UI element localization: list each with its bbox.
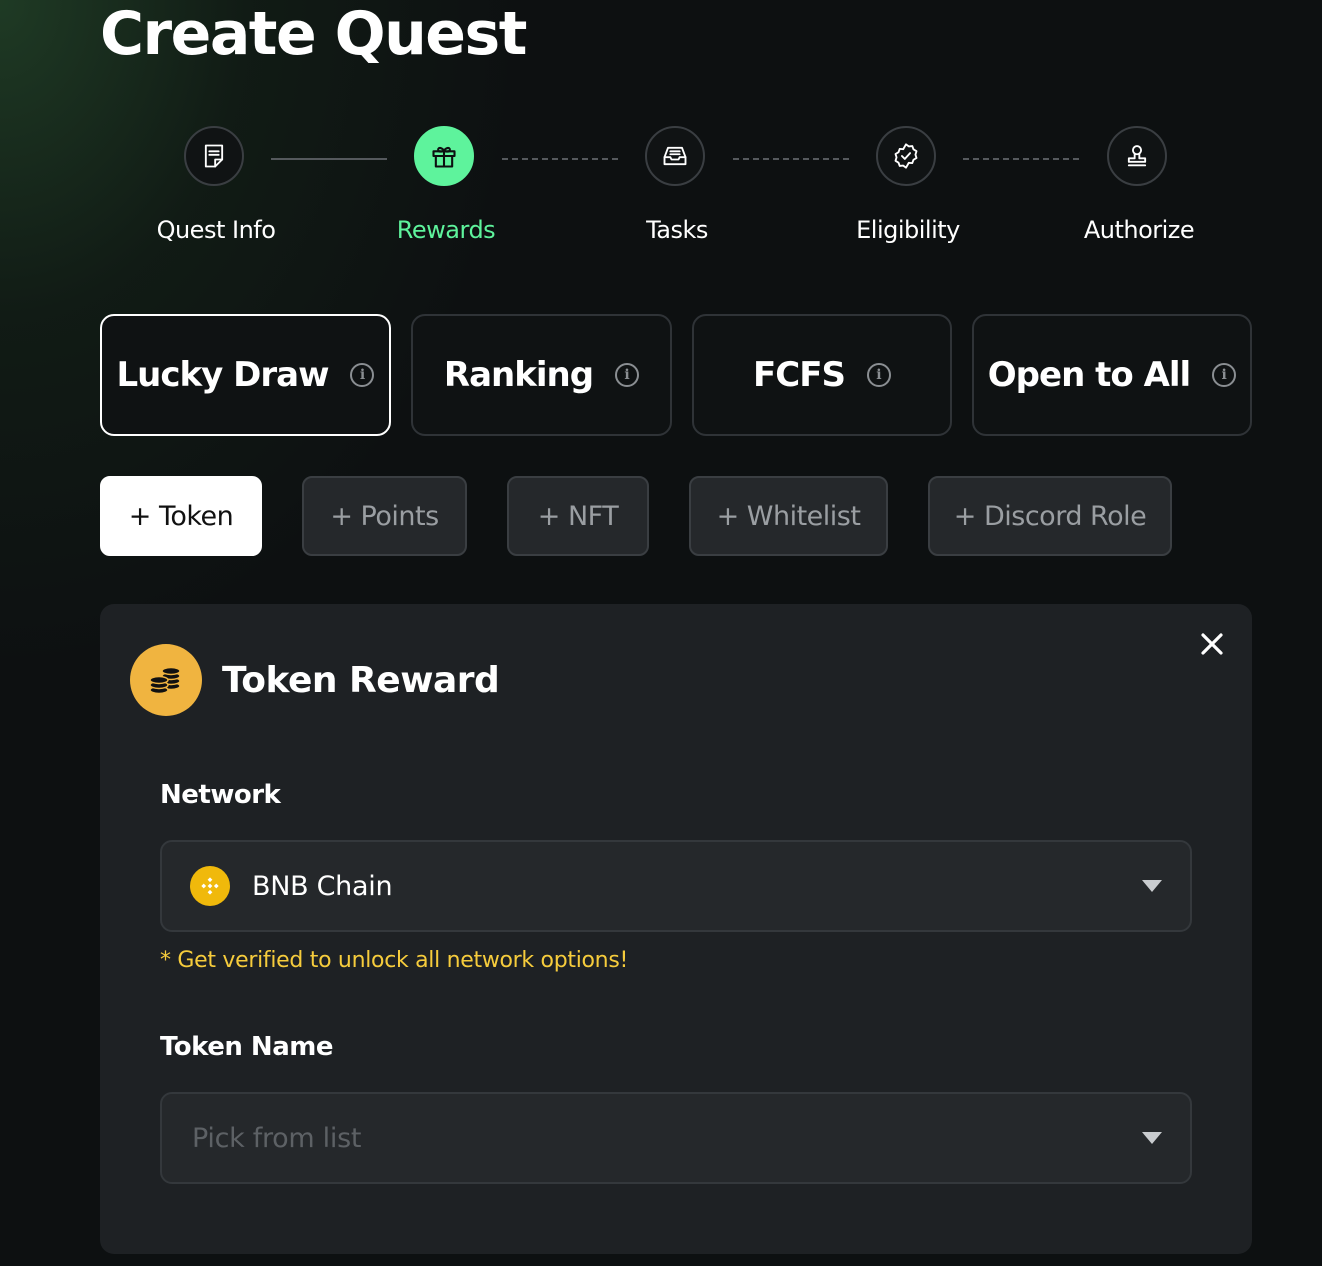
network-notice: * Get verified to unlock all network opt… bbox=[160, 948, 629, 973]
chevron-down-icon bbox=[1142, 880, 1162, 892]
chevron-down-icon bbox=[1142, 1132, 1162, 1144]
step-authorize[interactable] bbox=[1107, 126, 1167, 186]
add-whitelist-button[interactable]: + Whitelist bbox=[689, 476, 888, 556]
type-card-label: Lucky Draw bbox=[116, 355, 330, 395]
add-token-button[interactable]: + Token bbox=[100, 476, 262, 556]
type-card-ranking[interactable]: Ranking i bbox=[411, 314, 672, 436]
step-label: Rewards bbox=[396, 216, 496, 244]
type-card-label: FCFS bbox=[753, 355, 846, 395]
type-card-lucky-draw[interactable]: Lucky Draw i bbox=[100, 314, 391, 436]
step-connector bbox=[963, 158, 1079, 160]
page-title: Create Quest bbox=[100, 0, 527, 69]
info-icon[interactable]: i bbox=[350, 363, 375, 387]
step-label: Tasks bbox=[646, 216, 708, 244]
step-connector bbox=[271, 158, 387, 160]
type-card-label: Ranking bbox=[443, 355, 594, 395]
token-name-select[interactable]: Pick from list bbox=[160, 1092, 1192, 1184]
step-quest-info[interactable] bbox=[184, 126, 244, 186]
network-value: BNB Chain bbox=[252, 870, 393, 902]
document-icon bbox=[204, 144, 224, 168]
step-eligibility[interactable] bbox=[876, 126, 936, 186]
add-nft-button[interactable]: + NFT bbox=[507, 476, 649, 556]
inbox-icon bbox=[663, 146, 687, 166]
token-name-placeholder: Pick from list bbox=[192, 1122, 362, 1154]
type-card-label: Open to All bbox=[987, 355, 1191, 395]
step-label: Eligibility bbox=[856, 216, 960, 244]
add-discord-role-button[interactable]: + Discord Role bbox=[928, 476, 1172, 556]
verified-badge-icon bbox=[894, 143, 918, 169]
network-label: Network bbox=[160, 780, 281, 810]
bnb-chain-icon bbox=[190, 866, 230, 906]
gift-icon bbox=[432, 146, 456, 168]
step-rewards[interactable] bbox=[414, 126, 474, 186]
add-points-button[interactable]: + Points bbox=[302, 476, 467, 556]
step-connector bbox=[733, 158, 849, 160]
token-name-label: Token Name bbox=[160, 1032, 333, 1062]
info-icon[interactable]: i bbox=[615, 363, 640, 387]
token-reward-panel: Token Reward Network BNB Chain * Get ver… bbox=[100, 604, 1252, 1254]
panel-title: Token Reward bbox=[222, 660, 500, 701]
step-label: Authorize bbox=[1083, 216, 1195, 244]
info-icon[interactable]: i bbox=[866, 363, 891, 387]
type-card-fcfs[interactable]: FCFS i bbox=[692, 314, 952, 436]
step-tasks[interactable] bbox=[645, 126, 705, 186]
step-connector bbox=[502, 158, 618, 160]
type-card-open-to-all[interactable]: Open to All i bbox=[972, 314, 1252, 436]
info-icon[interactable]: i bbox=[1212, 363, 1237, 387]
network-select[interactable]: BNB Chain bbox=[160, 840, 1192, 932]
close-icon[interactable] bbox=[1198, 630, 1226, 658]
coins-icon bbox=[130, 644, 202, 716]
step-label: Quest Info bbox=[156, 216, 276, 244]
stamp-icon bbox=[1127, 145, 1147, 167]
